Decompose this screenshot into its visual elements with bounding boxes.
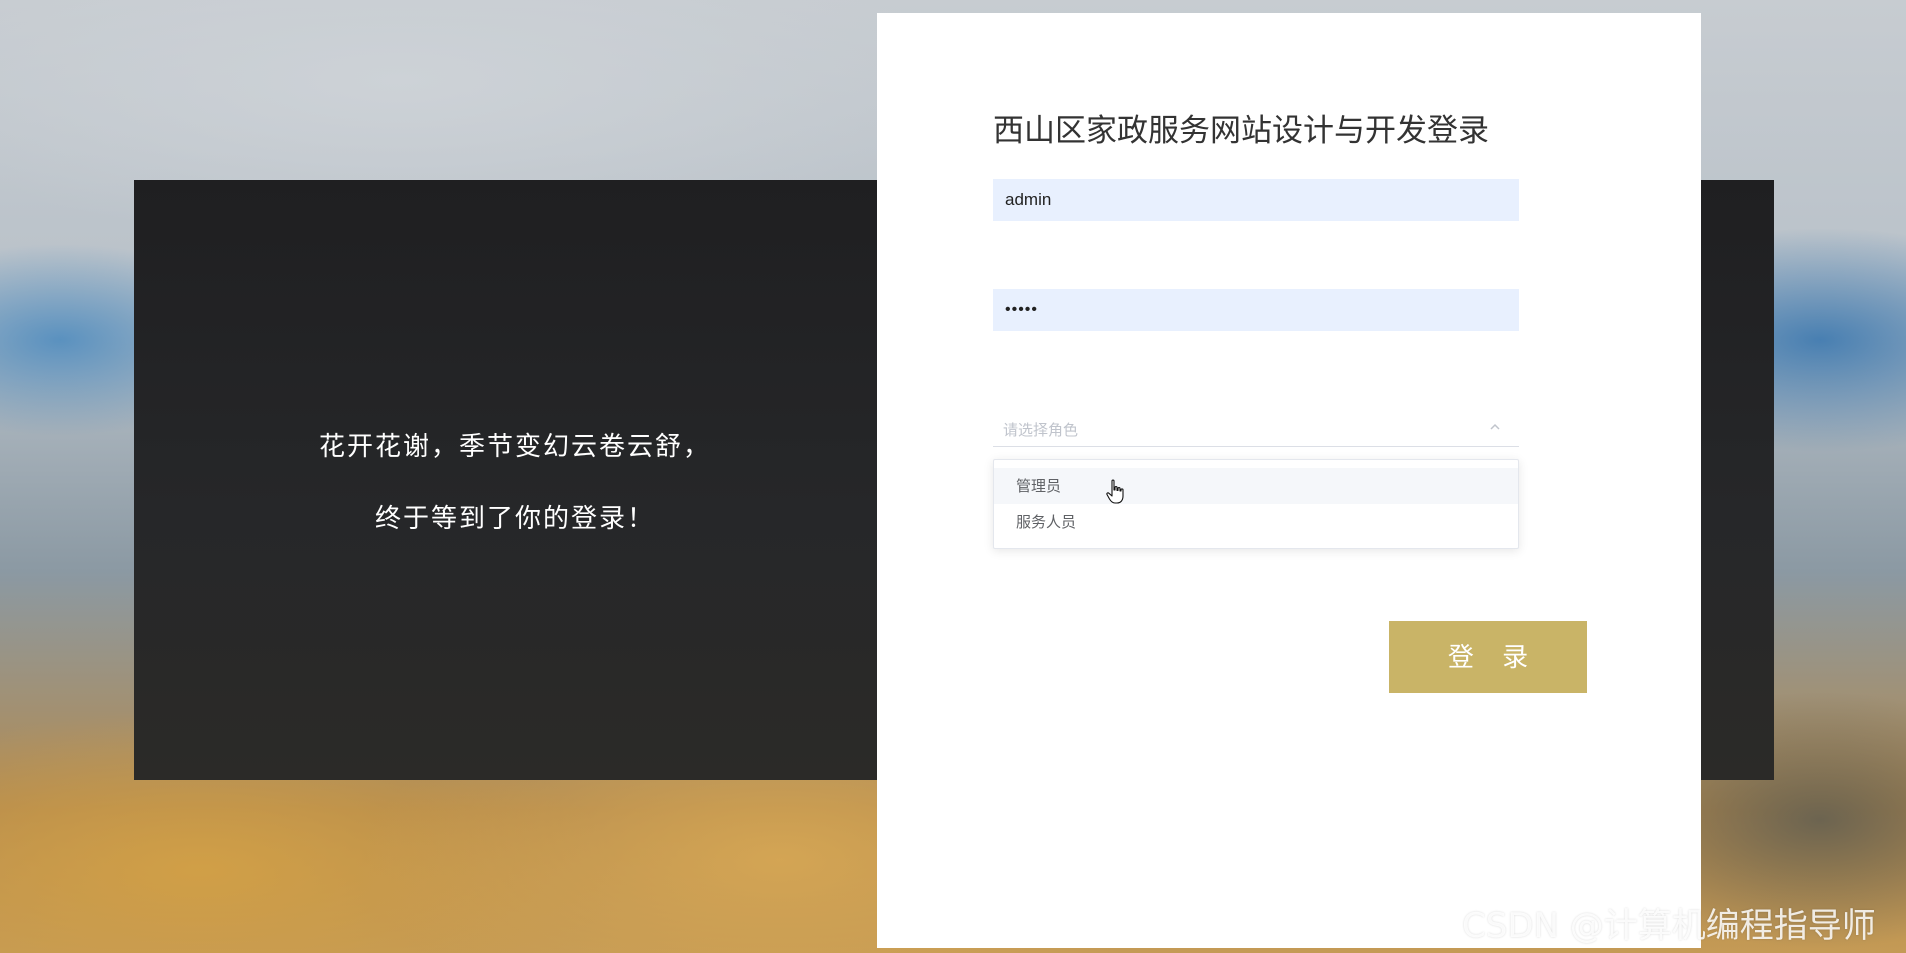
role-dropdown: 管理员 服务人员 [993,459,1519,549]
role-select[interactable]: 请选择角色 [993,409,1519,447]
login-panel: 西山区家政服务网站设计与开发登录 admin ••••• 请选择角色 管理员 服… [877,13,1701,948]
welcome-slogan: 花开花谢，季节变幻云卷云舒， 终于等到了你的登录！ [134,180,896,780]
role-option-admin[interactable]: 管理员 [994,468,1518,504]
slogan-line-2: 终于等到了你的登录！ [374,504,655,534]
page-title: 西山区家政服务网站设计与开发登录 [993,113,1489,149]
role-option-staff[interactable]: 服务人员 [994,504,1518,540]
hand-cursor-icon [1106,479,1124,504]
slogan-line-1: 花开花谢，季节变幻云卷云舒， [318,432,711,462]
login-button[interactable]: 登 录 [1389,621,1587,693]
chevron-up-icon [1490,423,1500,430]
password-input[interactable]: ••••• [993,289,1519,331]
username-input[interactable]: admin [993,179,1519,221]
watermark: CSDN @计算机编程指导师 [1462,906,1876,946]
login-page: 花开花谢，季节变幻云卷云舒， 终于等到了你的登录！ 西山区家政服务网站设计与开发… [0,0,1906,953]
role-select-placeholder: 请选择角色 [1003,421,1079,439]
